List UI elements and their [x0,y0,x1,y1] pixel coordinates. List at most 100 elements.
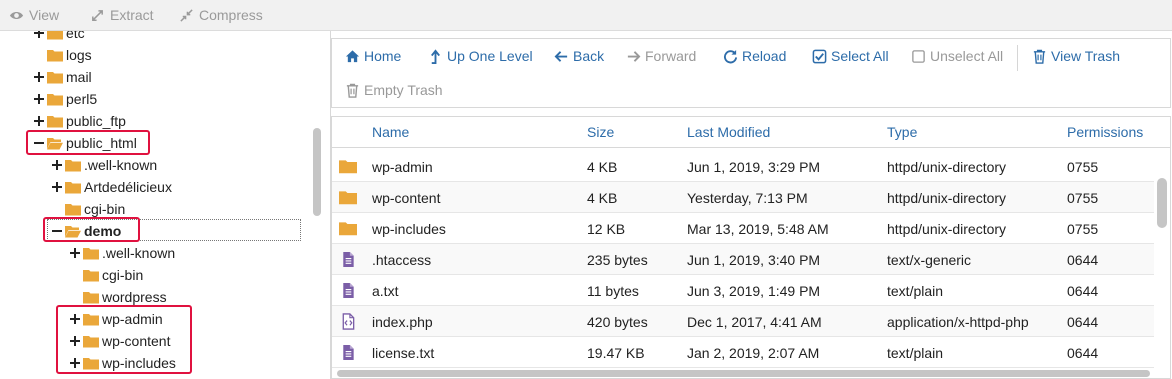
folder-icon [65,159,81,171]
forward-button[interactable]: Forward [626,48,696,64]
expand-plus-icon[interactable] [52,160,62,170]
text-file-icon [343,344,354,361]
back-button[interactable]: Back [554,48,604,64]
expand-plus-icon[interactable] [70,248,80,258]
empty-box-icon [912,49,925,63]
home-button[interactable]: Home [345,48,401,64]
tree-item-label: wordpress [102,289,167,305]
cell-size: 4 KB [587,159,618,175]
code-file-icon [342,313,355,330]
up-one-level-button[interactable]: Up One Level [428,48,533,64]
expand-plus-icon[interactable] [34,31,44,38]
tree-item[interactable]: .well-known [70,242,175,264]
cell-size: 12 KB [587,221,626,237]
unselect-all-button[interactable]: Unselect All [911,48,1003,64]
refresh-icon [724,49,738,63]
cell-modified: Dec 1, 2017, 4:41 AM [687,314,822,330]
extract-label: Extract [110,7,154,23]
tree-item[interactable]: public_ftp [34,110,126,132]
view-button[interactable]: View [9,7,59,23]
cell-type: text/plain [887,283,944,299]
highlight-wp-folders [56,305,192,374]
table-header: Name Size Last Modified Type Permissions [332,117,1170,148]
view-label: View [29,7,60,23]
cell-permissions: 0644 [1067,345,1099,361]
cell-permissions: 0644 [1067,252,1099,268]
compress-button[interactable]: Compress [179,7,263,23]
expand-plus-icon[interactable] [34,94,44,104]
folder-icon [83,269,99,281]
select-all-button[interactable]: Select All [812,48,889,64]
cell-type: text/plain [887,345,944,361]
cell-modified: Yesterday, 7:13 PM [687,190,808,206]
folder-tree: etc logs mail perl5 public_ftp public_html .we… [0,31,310,379]
view-trash-label: View Trash [1051,48,1120,64]
cell-name: license.txt [372,345,435,361]
folder-icon [339,160,357,174]
table-row[interactable]: wp-content 4 KB Yesterday, 7:13 PM httpd/un… [332,182,1154,213]
tree-item[interactable]: perl5 [34,88,97,110]
cell-modified: Jun 3, 2019, 1:49 PM [687,283,821,299]
tree-item[interactable]: etc [34,31,85,44]
tree-item-label: mail [66,69,92,85]
column-header-size[interactable]: Size [587,124,614,140]
table-row[interactable]: a.txt 11 bytes Jun 3, 2019, 1:49 PM text/pl… [332,275,1154,306]
text-file-icon [343,251,354,268]
up-one-level-label: Up One Level [447,48,533,64]
arrow-left-icon [554,50,568,62]
tree-item-label: logs [66,47,92,63]
tree-scrollbar[interactable] [313,128,321,216]
column-header-modified[interactable]: Last Modified [687,124,770,140]
expand-arrows-icon [92,9,103,21]
table-vertical-scrollbar[interactable] [1157,178,1167,228]
eye-icon [9,11,24,19]
compress-arrows-icon [180,8,193,22]
cell-permissions: 0755 [1067,159,1099,175]
expand-plus-icon[interactable] [52,182,62,192]
home-label: Home [364,48,402,64]
table-horizontal-scrollbar[interactable] [337,370,1150,377]
tree-item[interactable]: .well-known [52,154,157,176]
tree-item[interactable]: logs [34,44,92,66]
unselect-all-label: Unselect All [930,48,1004,64]
extract-button[interactable]: Extract [90,7,154,23]
table-row[interactable]: wp-admin 4 KB Jun 1, 2019, 3:29 PM httpd/un… [332,151,1154,182]
text-file-icon [343,282,354,299]
back-label: Back [573,48,605,64]
expand-plus-icon[interactable] [34,72,44,82]
folder-icon [339,191,357,205]
highlight-public-html [26,130,150,155]
tree-item[interactable]: mail [34,66,92,88]
file-table: Name Size Last Modified Type Permissions… [331,116,1171,379]
forward-label: Forward [645,48,697,64]
cell-type: httpd/unix-directory [887,221,1007,237]
reload-label: Reload [742,48,787,64]
table-row[interactable]: index.php 420 bytes Dec 1, 2017, 4:41 AM ap… [332,306,1154,337]
trash-icon [346,83,359,98]
table-row[interactable]: license.txt 19.47 KB Jan 2, 2019, 2:07 AM t… [332,337,1154,368]
folder-icon [47,93,63,105]
table-row[interactable]: wp-includes 12 KB Mar 13, 2019, 5:48 AM htt… [332,213,1154,244]
column-header-name[interactable]: Name [372,124,409,140]
table-row[interactable]: .htaccess 235 bytes Jun 1, 2019, 3:40 PM te… [332,244,1154,275]
empty-trash-label: Empty Trash [364,82,443,98]
cell-type: httpd/unix-directory [887,159,1007,175]
view-trash-button[interactable]: View Trash [1032,48,1120,64]
home-icon [345,49,360,62]
arrow-right-icon [627,50,641,62]
tree-item[interactable]: cgi-bin [70,264,143,286]
cell-size: 4 KB [587,190,618,206]
cell-permissions: 0755 [1067,190,1099,206]
cell-type: text/x-generic [887,252,972,268]
column-header-permissions[interactable]: Permissions [1067,124,1143,140]
expand-plus-icon[interactable] [34,116,44,126]
reload-button[interactable]: Reload [723,48,786,64]
checked-box-icon [812,49,827,63]
tree-item[interactable]: Artdedélicieux [52,176,172,198]
column-header-type[interactable]: Type [887,124,917,140]
toolbar-separator [1017,45,1018,71]
empty-trash-button[interactable]: Empty Trash [345,82,443,98]
select-all-label: Select All [831,48,889,64]
